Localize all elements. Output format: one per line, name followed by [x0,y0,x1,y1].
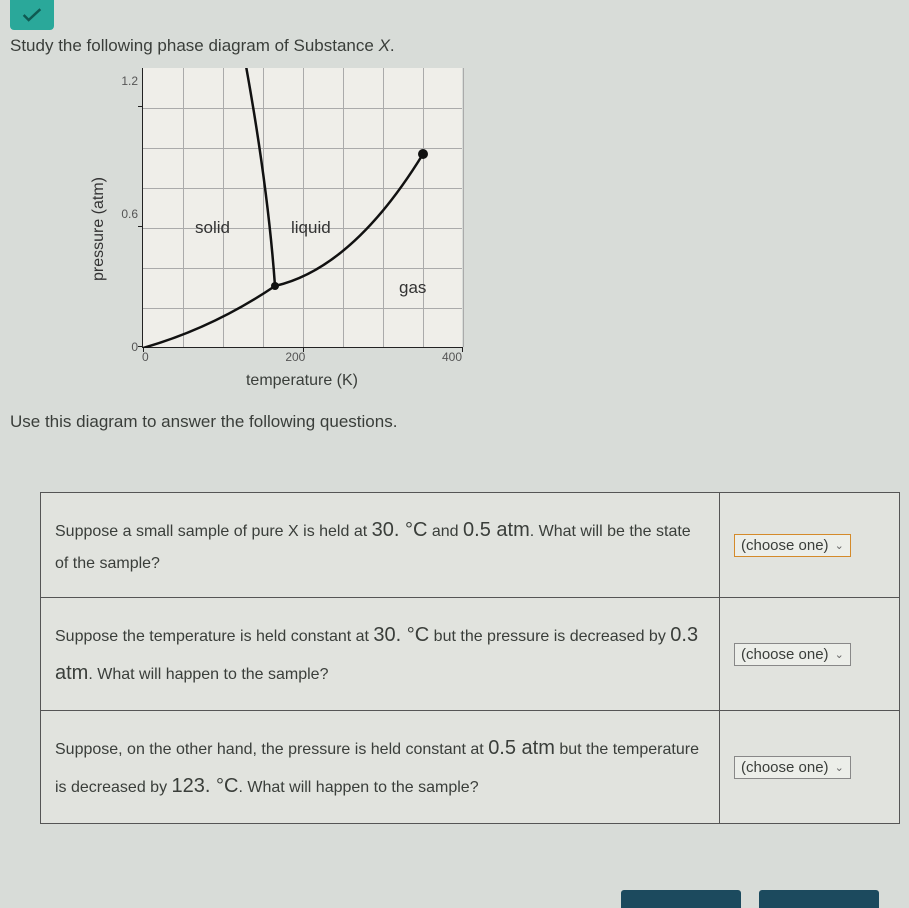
x-axis-label: temperature (K) [142,372,462,390]
dropdown-label: (choose one) [741,537,829,554]
answer-dropdown[interactable]: (choose one) ⌄ [734,756,851,779]
chevron-down-icon: ⌄ [835,761,844,774]
instruction-text: Study the following phase diagram of Sub… [10,36,899,56]
y-tick: 0 [112,340,138,354]
dropdown-label: (choose one) [741,759,829,776]
question-text: Suppose the temperature is held constant… [41,598,720,711]
bottom-buttons [621,890,879,908]
region-label-liquid: liquid [291,218,331,238]
x-tick: 200 [285,350,305,364]
phase-curves [143,68,463,348]
x-tick: 400 [442,350,462,364]
status-checkmark-tab [10,0,54,30]
y-tick: 1.2 [112,74,138,88]
chevron-down-icon: ⌄ [835,648,844,661]
checkmark-icon [22,7,42,23]
action-button[interactable] [621,890,741,908]
question-row: Suppose, on the other hand, the pressure… [41,711,900,824]
questions-table: Suppose a small sample of pure X is held… [40,492,900,824]
instruction-suffix: . [390,36,395,55]
instruction-substance: X [379,36,390,55]
chevron-down-icon: ⌄ [835,539,844,552]
answer-dropdown[interactable]: (choose one) ⌄ [734,534,851,557]
region-label-solid: solid [195,218,230,238]
use-instruction: Use this diagram to answer the following… [10,412,899,432]
y-axis-ticks: 1.2 0.6 0 [112,68,142,348]
answer-dropdown[interactable]: (choose one) ⌄ [734,643,851,666]
question-row: Suppose a small sample of pure X is held… [41,493,900,598]
action-button[interactable] [759,890,879,908]
y-axis-label: pressure (atm) [90,177,108,281]
question-row: Suppose the temperature is held constant… [41,598,900,711]
question-text: Suppose a small sample of pure X is held… [41,493,720,598]
instruction-prefix: Study the following phase diagram of Sub… [10,36,379,55]
region-label-gas: gas [399,278,426,298]
x-axis-ticks: 0 200 400 [142,350,462,364]
phase-diagram: pressure (atm) 1.2 0.6 0 [90,68,899,390]
x-tick: 0 [142,350,149,364]
plot-area: solid liquid gas [142,68,462,348]
dropdown-label: (choose one) [741,646,829,663]
question-text: Suppose, on the other hand, the pressure… [41,711,720,824]
y-tick: 0.6 [112,207,138,221]
